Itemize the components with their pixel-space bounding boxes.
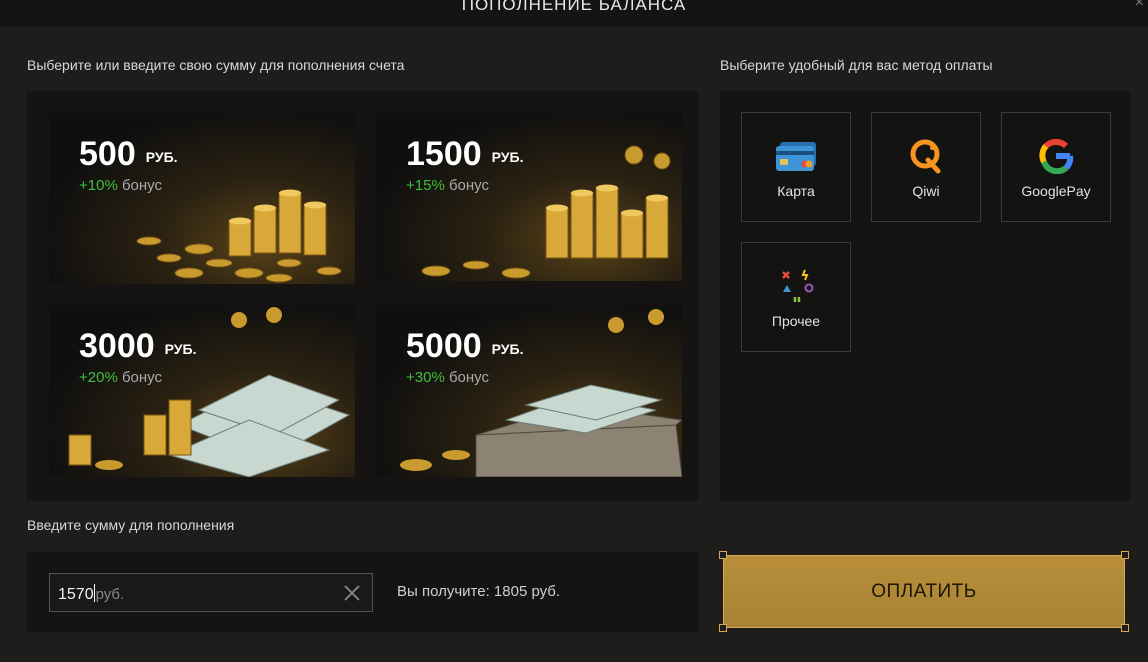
- qiwi-icon: [872, 139, 980, 174]
- package-amount: 3000: [79, 327, 155, 365]
- package-bonus: +30% бонус: [406, 369, 489, 386]
- close-icon[interactable]: ×: [1135, 0, 1144, 12]
- frame-corner: [1121, 624, 1129, 632]
- pay-button[interactable]: ОПЛАТИТЬ: [723, 555, 1125, 628]
- bonus-word: бонус: [448, 177, 490, 194]
- modal-title: ПОПОЛНЕНИЕ БАЛАНСА: [461, 0, 687, 14]
- bonus-word: бонус: [448, 369, 490, 386]
- amount-input[interactable]: 1570 руб.: [49, 573, 373, 612]
- packages-section-label: Выберите или введите свою сумму для попо…: [27, 57, 405, 73]
- package-bonus: +10% бонус: [79, 177, 162, 194]
- other-icon: [742, 269, 850, 303]
- package-card-500[interactable]: 500 РУБ. +10% бонус: [49, 113, 355, 284]
- package-card-5000[interactable]: 5000 РУБ. +30% бонус: [376, 305, 682, 477]
- package-amount: 500: [79, 135, 136, 173]
- package-card-3000[interactable]: 3000 РУБ. +20% бонус: [49, 305, 355, 477]
- package-card-1500[interactable]: 1500 РУБ. +15% бонус: [376, 113, 682, 281]
- receive-amount-text: Вы получите: 1805 руб.: [397, 583, 561, 600]
- text-caret: [93, 584, 95, 602]
- bonus-percent: +30%: [406, 369, 445, 386]
- card-icon: [742, 139, 850, 173]
- package-bonus: +15% бонус: [406, 177, 489, 194]
- amount-value: 1570: [58, 586, 94, 603]
- payment-method-label: GooglePay: [1021, 183, 1091, 199]
- payment-method-label: Прочее: [771, 313, 821, 329]
- bonus-word: бонус: [121, 369, 163, 386]
- bonus-percent: +15%: [406, 177, 445, 194]
- payment-method-other[interactable]: Прочее: [741, 242, 851, 352]
- package-currency: РУБ.: [491, 341, 524, 357]
- package-currency: РУБ.: [491, 149, 524, 165]
- payment-method-googlepay[interactable]: GooglePay: [1001, 112, 1111, 222]
- payment-method-card[interactable]: Карта: [741, 112, 851, 222]
- clear-icon[interactable]: [342, 583, 362, 603]
- bonus-percent: +10%: [79, 177, 118, 194]
- amount-section-label: Введите сумму для пополнения: [27, 517, 235, 533]
- amount-unit: руб.: [95, 586, 125, 603]
- payment-section-label: Выберите удобный для вас метод оплаты: [720, 57, 993, 73]
- package-bonus: +20% бонус: [79, 369, 162, 386]
- package-currency: РУБ.: [145, 149, 178, 165]
- bonus-percent: +20%: [79, 369, 118, 386]
- pay-button-frame: ОПЛАТИТЬ: [719, 551, 1129, 632]
- payment-method-qiwi[interactable]: Qiwi: [871, 112, 981, 222]
- modal-header: ПОПОЛНЕНИЕ БАЛАНСА ×: [0, 0, 1148, 26]
- frame-corner: [1121, 551, 1129, 559]
- payment-method-label: Карта: [777, 183, 815, 199]
- google-icon: [1002, 139, 1110, 174]
- frame-corner: [719, 551, 727, 559]
- package-currency: РУБ.: [164, 341, 197, 357]
- package-amount: 1500: [406, 135, 482, 173]
- bonus-word: бонус: [121, 177, 163, 194]
- package-amount: 5000: [406, 327, 482, 365]
- frame-corner: [719, 624, 727, 632]
- payment-method-label: Qiwi: [912, 183, 940, 199]
